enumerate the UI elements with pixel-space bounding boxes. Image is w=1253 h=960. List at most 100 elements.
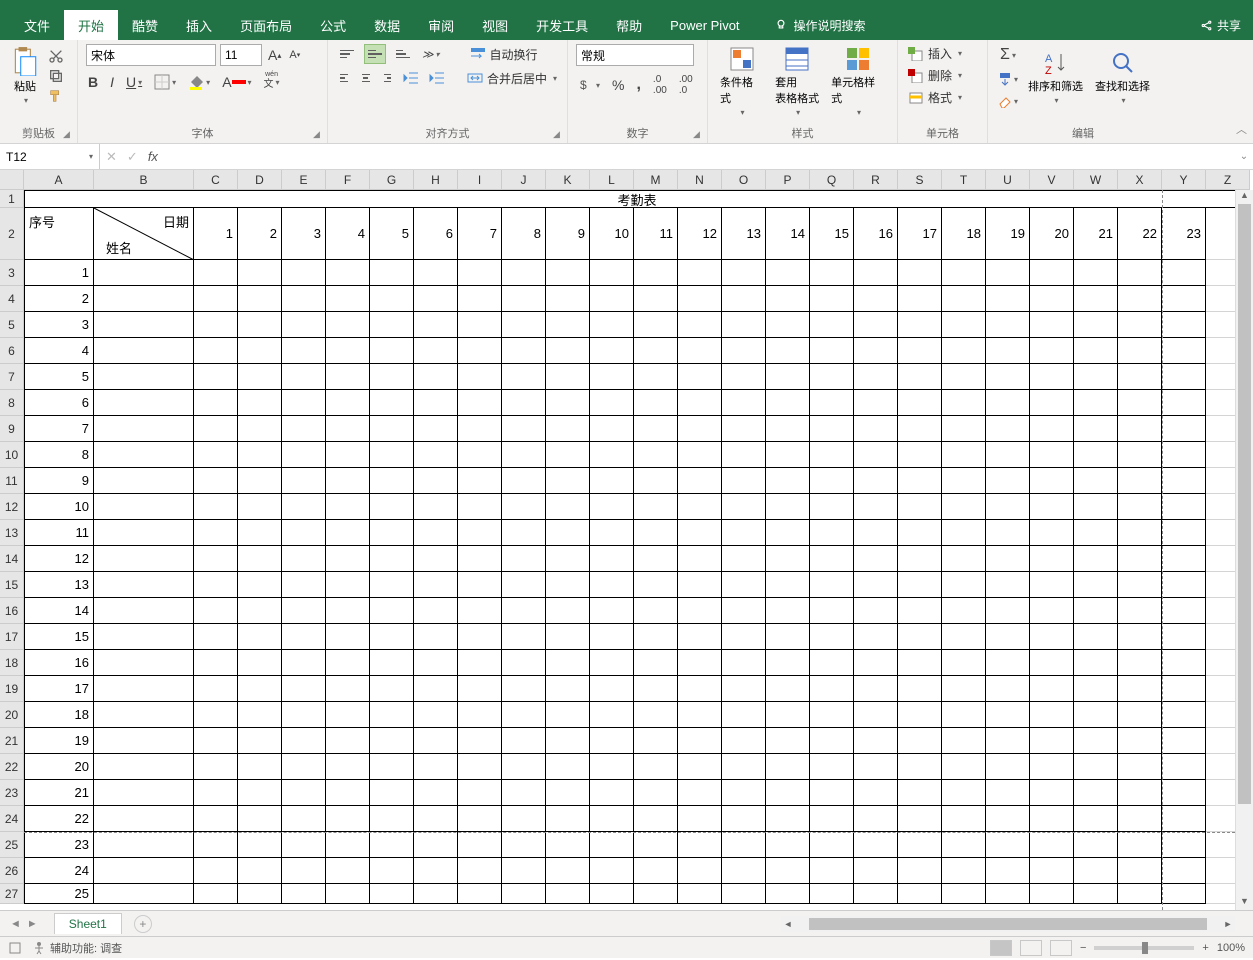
cell[interactable]: 20: [1030, 208, 1074, 260]
cell[interactable]: [722, 546, 766, 572]
cell[interactable]: [282, 676, 326, 702]
cell[interactable]: [810, 416, 854, 442]
cell[interactable]: [370, 338, 414, 364]
cell[interactable]: [722, 858, 766, 884]
outdent-button[interactable]: [401, 69, 421, 87]
cell[interactable]: [986, 702, 1030, 728]
cell[interactable]: [942, 494, 986, 520]
cell[interactable]: [986, 468, 1030, 494]
cell[interactable]: [326, 468, 370, 494]
cell[interactable]: [1030, 832, 1074, 858]
cell[interactable]: [1118, 702, 1162, 728]
cell[interactable]: [238, 312, 282, 338]
cell[interactable]: [1074, 832, 1118, 858]
cell[interactable]: [546, 468, 590, 494]
cell[interactable]: [282, 260, 326, 286]
cell[interactable]: [238, 858, 282, 884]
cell[interactable]: [1162, 416, 1206, 442]
zoom-level[interactable]: 100%: [1217, 942, 1245, 954]
cell[interactable]: [370, 260, 414, 286]
cell[interactable]: [722, 806, 766, 832]
cell[interactable]: [854, 494, 898, 520]
cell[interactable]: [898, 416, 942, 442]
cell[interactable]: [370, 598, 414, 624]
cancel-icon[interactable]: ✕: [106, 149, 117, 165]
shrink-font-button[interactable]: A▾: [287, 47, 302, 63]
cell[interactable]: [986, 338, 1030, 364]
tab-insert[interactable]: 插入: [172, 10, 226, 41]
find-select-button[interactable]: 查找和选择▾: [1091, 48, 1154, 107]
cell[interactable]: [458, 702, 502, 728]
cell[interactable]: [854, 286, 898, 312]
align-right-button[interactable]: [380, 68, 396, 88]
cell[interactable]: [942, 572, 986, 598]
cell[interactable]: [458, 624, 502, 650]
cell[interactable]: [810, 650, 854, 676]
cell[interactable]: 3: [282, 208, 326, 260]
cell[interactable]: [458, 286, 502, 312]
fx-icon[interactable]: fx: [148, 149, 158, 164]
cell[interactable]: [898, 312, 942, 338]
cell[interactable]: [634, 364, 678, 390]
cell[interactable]: [1118, 728, 1162, 754]
cell[interactable]: [942, 884, 986, 904]
cell[interactable]: 4: [326, 208, 370, 260]
cell[interactable]: [546, 390, 590, 416]
cell[interactable]: [766, 416, 810, 442]
cell[interactable]: 6: [414, 208, 458, 260]
cell[interactable]: [898, 806, 942, 832]
cell[interactable]: [942, 676, 986, 702]
column-header[interactable]: H: [414, 170, 458, 190]
cell[interactable]: [502, 260, 546, 286]
cell[interactable]: [94, 390, 194, 416]
cell[interactable]: [370, 702, 414, 728]
cell[interactable]: [942, 858, 986, 884]
horizontal-scrollbar[interactable]: ◄ ►: [781, 916, 1235, 932]
column-header[interactable]: D: [238, 170, 282, 190]
row-header[interactable]: 9: [0, 416, 24, 442]
cell[interactable]: [238, 624, 282, 650]
cell[interactable]: [414, 468, 458, 494]
cell[interactable]: [766, 754, 810, 780]
row-header[interactable]: 25: [0, 832, 24, 858]
cell[interactable]: [590, 884, 634, 904]
cell[interactable]: [194, 728, 238, 754]
cell[interactable]: [414, 416, 458, 442]
cell[interactable]: [458, 676, 502, 702]
cell[interactable]: [898, 520, 942, 546]
cell[interactable]: [546, 546, 590, 572]
paste-button[interactable]: 粘贴 ▾: [8, 44, 42, 107]
cell[interactable]: [590, 338, 634, 364]
cell[interactable]: [546, 286, 590, 312]
cell[interactable]: [722, 780, 766, 806]
cell[interactable]: 9: [546, 208, 590, 260]
cell[interactable]: [326, 754, 370, 780]
cell[interactable]: [238, 338, 282, 364]
cell[interactable]: [326, 702, 370, 728]
cell[interactable]: [766, 780, 810, 806]
column-header[interactable]: L: [590, 170, 634, 190]
cell-styles-button[interactable]: 单元格样式▾: [827, 44, 889, 119]
cell[interactable]: [94, 676, 194, 702]
cell[interactable]: [1074, 806, 1118, 832]
cell[interactable]: [194, 390, 238, 416]
cell[interactable]: [1118, 858, 1162, 884]
cell[interactable]: [810, 520, 854, 546]
row-header[interactable]: 26: [0, 858, 24, 884]
cell[interactable]: [282, 572, 326, 598]
cell[interactable]: [810, 624, 854, 650]
cell[interactable]: [1074, 442, 1118, 468]
cell[interactable]: [766, 832, 810, 858]
cell[interactable]: [722, 520, 766, 546]
cell[interactable]: 1: [194, 208, 238, 260]
cell[interactable]: [854, 468, 898, 494]
fill-color-button[interactable]: ▾: [186, 72, 212, 92]
cell[interactable]: [810, 702, 854, 728]
cell[interactable]: [546, 858, 590, 884]
cell[interactable]: 18: [24, 702, 94, 728]
column-header[interactable]: X: [1118, 170, 1162, 190]
cell[interactable]: [634, 884, 678, 904]
cell[interactable]: [678, 364, 722, 390]
cell[interactable]: [942, 624, 986, 650]
cell[interactable]: [458, 806, 502, 832]
